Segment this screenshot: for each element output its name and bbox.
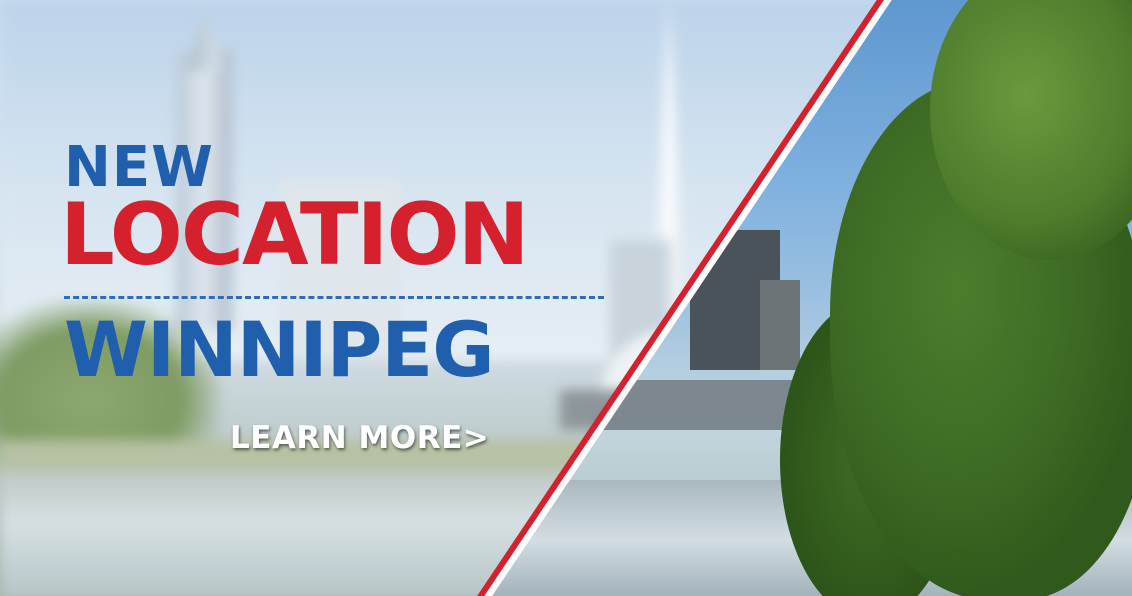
city-name: WINNIPEG [64, 305, 495, 394]
dashed-divider [64, 296, 604, 299]
learn-more-link[interactable]: LEARN MORE> [230, 420, 489, 456]
learn-more-label: LEARN MORE [230, 420, 463, 456]
chevron-right-icon: > [462, 420, 490, 456]
headline-location: LOCATION [60, 185, 530, 285]
promo-banner[interactable]: NEW LOCATION WINNIPEG LEARN MORE> [0, 0, 1132, 596]
